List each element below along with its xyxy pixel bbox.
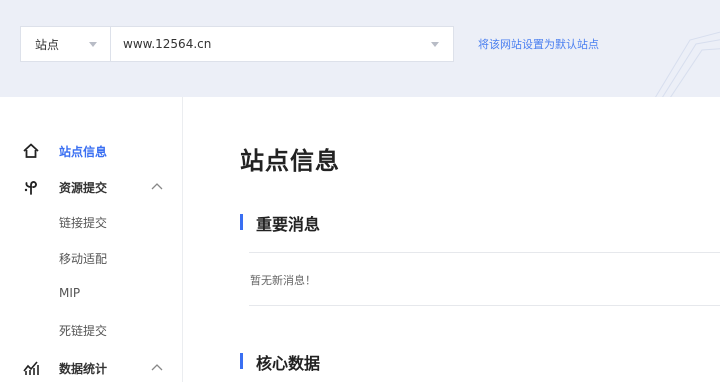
page-title: 站点信息	[240, 147, 340, 175]
top-bar: 站点 www.12564.cn 将该网站设置为默认站点	[0, 0, 720, 97]
chevron-up-icon[interactable]	[150, 361, 164, 375]
sidebar-item-data-stats[interactable]: 数据统计	[0, 356, 182, 380]
site-type-label: 站点	[35, 37, 60, 52]
divider	[249, 305, 720, 306]
sidebar-item-label: 站点信息	[59, 144, 108, 159]
section-title-core-data: 核心数据	[256, 354, 321, 373]
home-icon	[23, 143, 39, 158]
section-accent-bar	[240, 214, 243, 230]
site-type-select[interactable]: 站点	[20, 26, 110, 62]
divider	[249, 252, 720, 253]
sidebar-subitem-mobile-adapt[interactable]: 移动适配	[59, 250, 107, 267]
caret-down-icon	[431, 42, 439, 47]
sidebar-subitem-mip[interactable]: MIP	[59, 286, 80, 300]
stats-icon	[23, 361, 39, 375]
site-url-select[interactable]: www.12564.cn	[110, 26, 454, 62]
chevron-up-icon[interactable]	[150, 180, 164, 194]
site-url-value: www.12564.cn	[123, 37, 212, 51]
main-content: 站点信息 重要消息 暂无新消息！ 核心数据	[183, 97, 720, 382]
sidebar-item-site-info[interactable]: 站点信息	[0, 139, 182, 163]
caret-down-icon	[89, 42, 97, 47]
sidebar-subitem-dead-link[interactable]: 死链提交	[59, 322, 107, 339]
set-default-site-link[interactable]: 将该网站设置为默认站点	[478, 36, 599, 52]
sidebar-item-resource-submit[interactable]: 资源提交	[0, 175, 182, 199]
no-news-message: 暂无新消息！	[250, 274, 316, 287]
resource-icon	[24, 181, 37, 195]
decoration-graphic	[655, 31, 720, 97]
sidebar-subitem-link-submit[interactable]: 链接提交	[59, 214, 107, 231]
section-title-important-news: 重要消息	[256, 215, 321, 234]
section-accent-bar	[240, 353, 243, 369]
sidebar-item-label: 资源提交	[59, 180, 108, 195]
sidebar-item-label: 数据统计	[59, 361, 108, 376]
sidebar: 站点信息 资源提交 链接提交 移动适配 MIP 死链提交 数据统计	[0, 97, 183, 382]
